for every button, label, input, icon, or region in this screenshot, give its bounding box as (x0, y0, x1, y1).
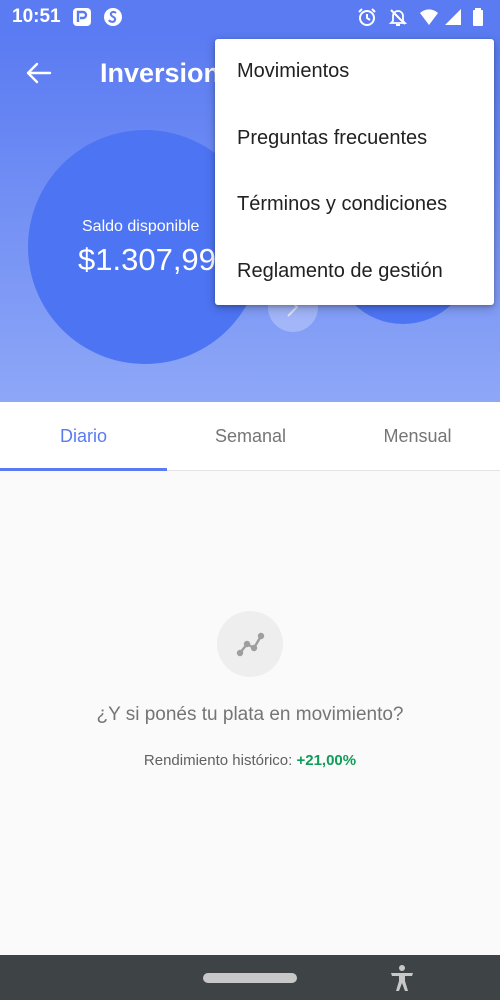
back-arrow-icon[interactable] (22, 58, 56, 88)
tab-indicator (0, 468, 167, 471)
balance-value: $1.307,99 (78, 242, 216, 277)
empty-state-icon-container (217, 611, 283, 677)
battery-icon (473, 8, 483, 26)
menu-item-preguntas-frecuentes[interactable]: Preguntas frecuentes (215, 106, 494, 172)
trend-line-icon (236, 632, 265, 657)
status-time: 10:51 (12, 6, 61, 27)
empty-state-title: ¿Y si ponés tu plata en movimiento? (96, 704, 404, 725)
historical-return-value: +21,00% (296, 752, 357, 769)
s-app-icon (104, 8, 122, 26)
overflow-menu: Movimientos Preguntas frecuentes Término… (215, 39, 494, 305)
signal-icon (445, 9, 461, 25)
tab-semanal[interactable]: Semanal (167, 402, 334, 470)
page-title: Inversion (100, 58, 221, 88)
wifi-icon (420, 9, 438, 25)
notifications-off-icon (388, 9, 408, 26)
menu-item-label: Preguntas frecuentes (237, 127, 428, 149)
menu-item-label: Movimientos (237, 60, 350, 82)
historical-return-label: Rendimiento histórico: (143, 752, 293, 769)
p-app-icon (73, 8, 91, 26)
menu-item-terminos-y-condiciones[interactable]: Términos y condiciones (215, 172, 494, 238)
menu-item-label: Reglamento de gestión (237, 260, 443, 282)
balance-label: Saldo disponible (82, 218, 200, 235)
status-bar: 10:51 (0, 0, 500, 34)
menu-item-reglamento-de-gestion[interactable]: Reglamento de gestión (215, 239, 494, 305)
menu-item-movimientos[interactable]: Movimientos (215, 39, 494, 105)
menu-item-label: Términos y condiciones (237, 193, 448, 215)
home-gesture-pill[interactable] (203, 973, 297, 983)
tab-mensual[interactable]: Mensual (334, 402, 500, 470)
tab-diario[interactable]: Diario (0, 402, 167, 470)
historical-return: Rendimiento histórico: +21,00% (0, 752, 500, 769)
alarm-icon (358, 8, 376, 26)
accessibility-icon[interactable] (388, 963, 416, 993)
period-tabs: Diario Semanal Mensual (0, 402, 500, 471)
system-nav-bar (0, 955, 500, 1000)
